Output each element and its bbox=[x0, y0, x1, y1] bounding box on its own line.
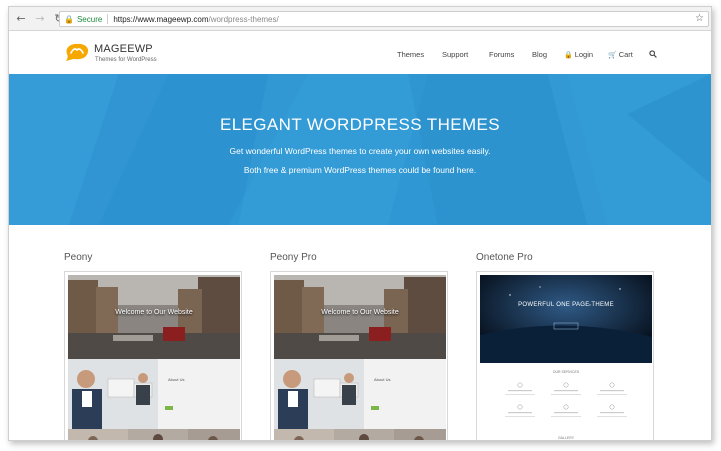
menu-item-forums[interactable]: Forums bbox=[489, 50, 514, 59]
secure-label: Secure bbox=[76, 14, 103, 24]
theme-title-peony-pro[interactable]: Peony Pro bbox=[270, 252, 317, 263]
back-arrow-icon[interactable]: ← bbox=[14, 12, 28, 26]
theme-preview-image[interactable]: POWERFUL ONE PAGE THEME OUR SERVICES GAL… bbox=[480, 275, 652, 440]
search-icon bbox=[649, 50, 657, 58]
preview-hero-photo: Welcome to Our Website bbox=[68, 275, 240, 359]
preview-about-section: About Us bbox=[274, 359, 446, 429]
cart-icon: 🛒 bbox=[608, 50, 617, 59]
preview-services-section: OUR SERVICES GALLERY bbox=[480, 363, 652, 440]
preview-heading: About Us bbox=[374, 377, 391, 382]
theme-card-peony-pro[interactable]: Welcome to Our Website About Us bbox=[270, 271, 448, 440]
menu-item-cart[interactable]: 🛒 Cart bbox=[608, 50, 633, 59]
bookmark-star-icon[interactable]: ☆ bbox=[695, 13, 704, 24]
menu-label: Blog bbox=[532, 50, 548, 59]
address-divider bbox=[107, 14, 109, 24]
lock-icon: 🔒 bbox=[64, 14, 74, 24]
menu-label: Themes bbox=[397, 50, 425, 59]
url-host: https://www.mageewp.com bbox=[113, 14, 209, 24]
preview-hero-photo: Welcome to Our Website bbox=[274, 275, 446, 359]
preview-caption: POWERFUL ONE PAGE THEME bbox=[518, 302, 614, 308]
menu-label: Support bbox=[442, 50, 469, 59]
lock-icon: 🔒 bbox=[564, 50, 573, 59]
menu-item-login[interactable]: 🔒 Login bbox=[564, 50, 593, 59]
menu-label: Login bbox=[574, 50, 594, 59]
theme-title-onetone-pro[interactable]: Onetone Pro bbox=[476, 252, 533, 263]
preview-button-shape bbox=[165, 406, 173, 410]
hero-subtitle-line-1: Get wonderful WordPress themes to create… bbox=[229, 146, 491, 156]
browser-window: ← → ↻ 🔒 Secure https://www.mageewp.com/w… bbox=[8, 6, 712, 441]
preview-team-photo bbox=[274, 429, 446, 440]
url-path: /wordpress-themes/ bbox=[208, 14, 279, 24]
menu-item-themes[interactable]: Themes bbox=[397, 50, 424, 59]
menu-label: Cart bbox=[618, 50, 633, 59]
menu-item-support[interactable]: Support bbox=[442, 50, 468, 59]
mageewp-logo-icon[interactable] bbox=[64, 42, 90, 62]
preview-caption: Welcome to Our Website bbox=[321, 309, 399, 316]
menu-item-blog[interactable]: Blog bbox=[532, 50, 547, 59]
theme-preview-image[interactable]: Welcome to Our Website About Us bbox=[68, 275, 240, 440]
preview-about-section: About Us bbox=[68, 359, 240, 429]
preview-button-shape bbox=[371, 406, 379, 410]
hero-subtitle-line-2: Both free & premium WordPress themes cou… bbox=[243, 165, 477, 175]
browser-toolbar: ← → ↻ 🔒 Secure https://www.mageewp.com/w… bbox=[9, 7, 711, 31]
theme-card-peony[interactable]: Welcome to Our Website About Us bbox=[64, 271, 242, 440]
theme-card-onetone-pro[interactable]: POWERFUL ONE PAGE THEME OUR SERVICES GAL… bbox=[476, 271, 654, 440]
logo-tagline: Themes for WordPress bbox=[95, 57, 157, 63]
logo-title[interactable]: MAGEEWP bbox=[94, 43, 153, 55]
preview-hero-space: POWERFUL ONE PAGE THEME bbox=[480, 275, 652, 363]
theme-preview-image[interactable]: Welcome to Our Website About Us bbox=[274, 275, 446, 440]
menu-label: Forums bbox=[489, 50, 515, 59]
preview-section-title: GALLERY bbox=[557, 436, 575, 440]
menu-item-search[interactable] bbox=[649, 50, 657, 58]
address-bar[interactable]: 🔒 Secure https://www.mageewp.com/wordpre… bbox=[59, 11, 709, 27]
hero-banner: ELEGANT WORDPRESS THEMES Get wonderful W… bbox=[9, 74, 711, 225]
hero-title: ELEGANT WORDPRESS THEMES bbox=[219, 115, 501, 134]
theme-title-peony[interactable]: Peony bbox=[64, 252, 92, 263]
forward-arrow-icon[interactable]: → bbox=[33, 12, 47, 26]
preview-team-photo bbox=[68, 429, 240, 440]
preview-heading: About Us bbox=[168, 377, 185, 382]
site-header: MAGEEWP Themes for WordPress Themes Supp… bbox=[9, 32, 711, 74]
preview-caption: Welcome to Our Website bbox=[115, 309, 193, 316]
